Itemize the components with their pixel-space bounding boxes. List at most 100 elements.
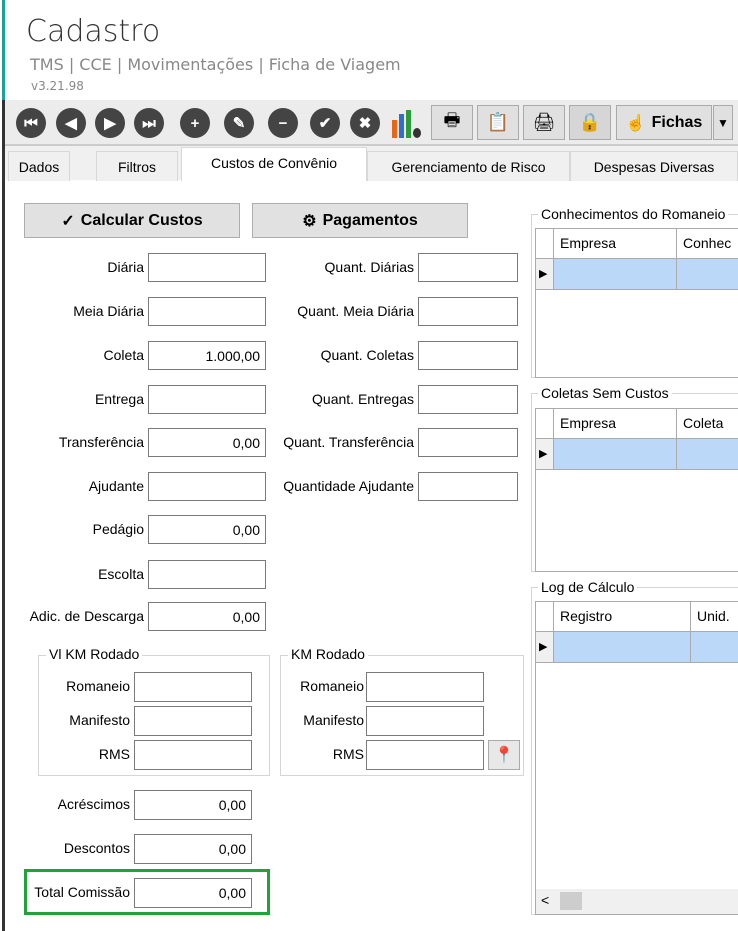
qty-4-input[interactable] [418,428,518,457]
tab-gerenciamento-de-risco[interactable]: Gerenciamento de Risco [367,151,570,181]
qty-0-label: Quant. Diárias [324,259,414,275]
qty-0-input[interactable] [418,253,518,282]
grid-corner [536,409,554,439]
hand-icon: ☝ [625,114,646,132]
chart-settings-icon[interactable] [392,108,424,138]
field-0-input[interactable] [148,253,266,282]
data-grid-1[interactable]: Empresa Coleta ▶ [535,408,738,572]
grid-corner [536,602,554,632]
field-8-label: Adic. de Descarga [29,608,144,624]
previous-icon[interactable]: ◀ [56,108,86,138]
grid-title-2: Log de Cálculo [538,579,638,595]
data-grid-0[interactable]: Empresa Conhec ▶ [535,228,738,378]
table-row-cell[interactable] [554,632,691,663]
field-1-input[interactable] [148,297,266,326]
tab-filtros[interactable]: Filtros [96,151,178,181]
field-6-label: Pedágio [92,521,144,537]
tab-despesas-diversas[interactable]: Despesas Diversas [570,151,738,181]
qty-3-label: Quant. Entregas [312,391,414,407]
qty-4-label: Quant. Transferência [283,434,414,450]
total-1-input[interactable]: 0,00 [134,834,252,864]
horizontal-scrollbar[interactable]: < [536,889,738,914]
pagamentos-label: Pagamentos [322,211,418,229]
pagamentos-button[interactable]: ⚙ Pagamentos [252,203,468,238]
breadcrumb: TMS | CCE | Movimentações | Ficha de Via… [30,55,401,74]
lock-icon[interactable]: 🔒 [569,105,611,140]
field-4-label: Transferência [58,434,144,450]
table-row-cell[interactable] [677,259,738,290]
field-7-input[interactable] [148,560,266,589]
table-row-cell[interactable] [554,439,677,470]
print-icon[interactable]: 🖶 [431,105,473,140]
field-3-label: Entrega [94,391,144,407]
km-rodado-title: KM Rodado [288,646,368,662]
qty-1-label: Quant. Meia Diária [297,303,414,319]
edit-icon[interactable]: ✎ [224,108,254,138]
remove-icon[interactable]: − [268,108,298,138]
field-5-label: Ajudante [88,478,144,494]
field-0-label: Diária [107,259,144,275]
vl-km-rodado-title: Vl KM Rodado [46,646,143,662]
calcular-label: Calcular Custos [80,211,203,229]
window-accent [2,0,5,100]
column-header[interactable]: Empresa [554,229,677,259]
add-icon[interactable]: + [180,108,210,138]
field-8-input[interactable]: 0,00 [148,602,266,631]
printer-icon[interactable]: 🖨 [523,105,565,140]
data-grid-2[interactable]: Registro Unid. ▶ < [535,601,738,915]
scrollbar-thumb[interactable] [560,892,582,910]
field-1-label: Meia Diária [73,303,144,319]
qty-3-input[interactable] [418,385,518,414]
tab-dados[interactable]: Dados [8,151,70,181]
total-0-label: Acréscimos [57,796,130,812]
cancel-icon[interactable]: ✖ [350,108,380,138]
fichas-dropdown[interactable]: ▼ [713,105,733,140]
check-icon: ✓ [61,212,75,230]
fichas-button[interactable]: ☝ Fichas [616,105,712,140]
grid-title-1: Coletas Sem Custos [538,385,672,401]
column-header[interactable]: Conhec [677,229,738,259]
grid-corner [536,229,554,259]
field-2-input[interactable]: 1.000,00 [148,341,266,370]
column-header[interactable]: Unid. [691,602,738,632]
confirm-icon[interactable]: ✔ [310,108,340,138]
next-icon[interactable]: ▶ [95,108,125,138]
qty-1-input[interactable] [418,297,518,326]
qty-2-label: Quant. Coletas [320,347,414,363]
field-4-input[interactable]: 0,00 [148,428,266,457]
table-row-cell[interactable] [677,439,738,470]
row-indicator-icon: ▶ [536,632,554,663]
vl-km-rodado-group [38,655,270,776]
tab-custos-de-convenio[interactable]: Custos de Convênio [181,147,367,181]
field-3-input[interactable] [148,385,266,414]
column-header[interactable]: Coleta [677,409,738,439]
scroll-left-icon[interactable]: < [541,892,549,908]
calcular-custos-button[interactable]: ✓ Calcular Custos [24,203,240,238]
page-title: Cadastro [26,14,161,49]
gears-icon: ⚙ [302,212,317,230]
row-indicator-icon: ▶ [536,439,554,470]
qty-5-input[interactable] [418,472,518,501]
qty-5-label: Quantidade Ajudante [283,478,414,494]
grid-title-0: Conhecimentos do Romaneio [538,206,729,222]
column-header[interactable]: Empresa [554,409,677,439]
last-icon[interactable]: ⏭ [134,108,164,138]
field-5-input[interactable] [148,472,266,501]
first-icon[interactable]: ⏮ [16,108,46,138]
field-6-input[interactable]: 0,00 [148,515,266,544]
total-1-label: Descontos [63,840,130,856]
field-2-label: Coleta [103,347,144,363]
total-highlight [24,869,270,915]
version-label: v3.21.98 [31,79,84,93]
fichas-label: Fichas [651,113,703,131]
window-border [2,100,5,931]
map-pin-icon[interactable]: 📍 [488,740,520,770]
row-indicator-icon: ▶ [536,259,554,290]
qty-2-input[interactable] [418,341,518,370]
total-0-input[interactable]: 0,00 [134,790,252,820]
table-row-cell[interactable] [691,632,738,663]
table-row-cell[interactable] [554,259,677,290]
column-header[interactable]: Registro [554,602,691,632]
report-icon[interactable]: 📋 [477,105,519,140]
field-7-label: Escolta [98,566,144,582]
